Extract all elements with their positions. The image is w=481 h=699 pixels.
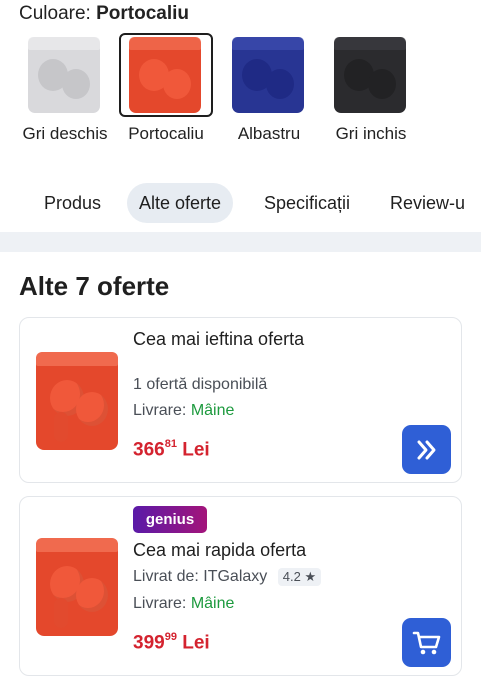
earbuds-image — [129, 37, 201, 113]
tab-bar: Produs Alte oferte Specificații Review-u — [0, 183, 481, 223]
offer-availability: 1 ofertă disponibilă — [133, 376, 268, 393]
swatch-label: Albastru — [237, 124, 301, 143]
color-selector: Culoare: Portocaliu Gri deschis Portocal… — [0, 0, 481, 232]
offer-title: Cea mai rapida oferta — [133, 540, 307, 560]
earbuds-image — [334, 37, 406, 113]
product-thumbnail — [36, 538, 118, 636]
section-divider — [0, 232, 481, 252]
see-offers-button[interactable] — [402, 425, 451, 474]
offer-card-fastest[interactable]: genius Cea mai rapida oferta Livrat de: … — [19, 496, 462, 676]
seller-name[interactable]: ITGalaxy — [203, 568, 267, 585]
section-title: Alte 7 oferte — [19, 271, 170, 301]
swatch-label: Portocaliu — [128, 124, 204, 143]
product-thumbnail — [36, 352, 118, 450]
swatch-gri-inchis[interactable]: Gri inchis — [324, 33, 418, 143]
tab-alte-oferte[interactable]: Alte oferte — [127, 183, 234, 223]
offer-title: Cea mai ieftina oferta — [133, 329, 305, 349]
star-icon: ★ — [304, 569, 317, 584]
color-label: Culoare: Portocaliu — [19, 3, 190, 24]
swatch-label: Gri deschis — [22, 124, 108, 143]
offer-delivery: Livrare: Mâine — [133, 595, 235, 612]
offer-delivery: Livrare: Mâine — [133, 402, 235, 419]
tab-produs[interactable]: Produs — [32, 183, 113, 223]
earbuds-image — [232, 37, 304, 113]
offer-price: 36681 Lei — [133, 438, 210, 461]
tab-review-uri[interactable]: Review-u — [378, 183, 477, 223]
earbuds-image — [28, 37, 100, 113]
add-to-cart-button[interactable] — [402, 618, 451, 667]
swatch-portocaliu[interactable]: Portocaliu — [119, 33, 213, 143]
seller-rating: 4.2 ★ — [277, 568, 322, 586]
tab-specificatii[interactable]: Specificații — [252, 183, 362, 223]
swatch-label: Gri inchis — [335, 124, 407, 143]
offer-card-cheapest[interactable]: Cea mai ieftina oferta 1 ofertă disponib… — [19, 317, 462, 483]
swatch-albastru[interactable]: Albastru — [222, 33, 316, 143]
selected-color-value: Portocaliu — [96, 3, 190, 24]
offer-price: 39999 Lei — [133, 631, 210, 654]
genius-badge: genius — [133, 506, 207, 533]
offer-seller: Livrat de: ITGalaxy 4.2 ★ — [133, 568, 322, 586]
swatch-gri-deschis[interactable]: Gri deschis — [18, 33, 112, 143]
cart-icon — [412, 631, 440, 654]
double-chevron-right-icon — [417, 440, 435, 459]
